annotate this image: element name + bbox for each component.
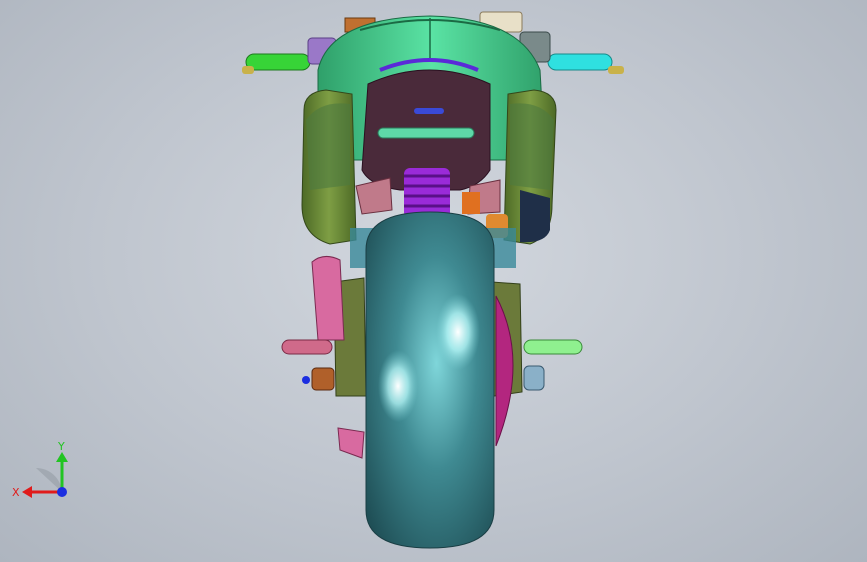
x-axis-label: X [12,486,20,499]
license-bracket [377,127,475,139]
y-axis-label: Y [57,440,65,453]
triad-quadrant [36,467,62,492]
left-grip [245,53,311,71]
license-light [414,108,444,114]
shock-adjuster [462,192,480,214]
left-bar-end [242,66,254,74]
rear-shock-spring [404,168,450,218]
tire-highlight-lower [378,350,418,422]
left-tail-bracket [355,177,393,215]
motorcycle-model[interactable] [0,0,867,562]
right-foot-peg [523,339,583,355]
coordinate-triad: Y X [12,440,68,499]
right-lower-panel [520,190,550,243]
exhaust-tip [337,427,365,459]
x-axis-arrow [22,486,32,498]
y-axis-arrow [56,452,68,462]
right-bar-end [608,66,624,74]
right-grip [547,53,613,71]
right-axle-nut [523,365,545,391]
tire-highlight-upper [436,294,480,370]
left-foot-peg [281,339,333,355]
z-axis-dot [57,487,67,497]
exhaust-pipe [311,256,345,341]
left-axle-nut [311,367,335,391]
graphics-viewport[interactable]: Y X [0,0,867,562]
